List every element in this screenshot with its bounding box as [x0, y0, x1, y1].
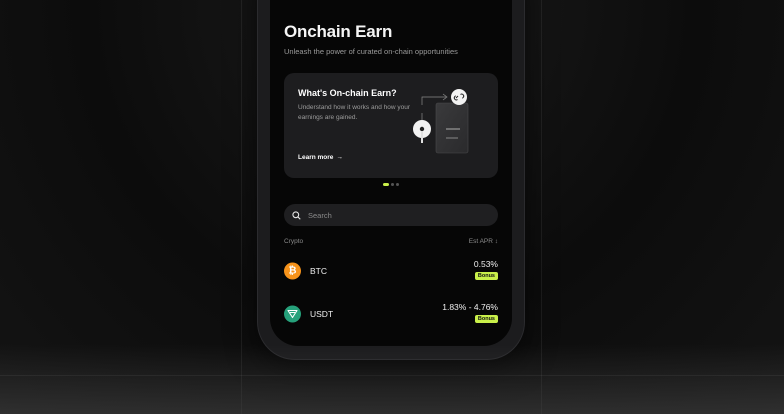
page-title: Onchain Earn [284, 22, 393, 41]
carousel-dot-active[interactable] [383, 183, 389, 186]
coin-symbol: BTC [310, 266, 327, 276]
search-icon [292, 210, 301, 220]
guide-line [241, 0, 242, 414]
guide-line [0, 375, 784, 376]
column-header-crypto: Crypto [284, 238, 304, 245]
arrow-right-icon: → [336, 154, 343, 161]
promo-description: Understand how it works and how your ear… [298, 104, 411, 121]
onchain-illustration-icon [413, 89, 469, 154]
bonus-badge: Bonus [474, 315, 498, 323]
page-subtitle: Unleash the power of curated on-chain op… [284, 47, 458, 56]
guide-line [541, 0, 542, 414]
learn-more-label: Learn more [298, 154, 334, 161]
tether-glyph-icon [287, 309, 298, 319]
learn-more-link[interactable]: Learn more → [298, 154, 343, 161]
search-input[interactable] [308, 210, 478, 220]
carousel-indicator [383, 183, 399, 186]
bonus-badge: Bonus [474, 272, 498, 280]
list-item-btc[interactable]: ₿ BTC 0.53% Bonus [284, 256, 498, 286]
phone-screen: Onchain Earn Unleash the power of curate… [270, 0, 512, 346]
coin-symbol: USDT [310, 309, 334, 319]
promo-title: What's On-chain Earn? [298, 88, 397, 98]
apr-value: 1.83% - 4.76% [442, 302, 498, 312]
column-header-apr[interactable]: Est APR ↕ [469, 238, 498, 245]
apr-value: 0.53% [473, 259, 498, 269]
list-item-usdt[interactable]: USDT 1.83% - 4.76% Bonus [284, 299, 498, 329]
carousel-dot[interactable] [396, 183, 399, 186]
promo-card[interactable]: What's On-chain Earn? Understand how it … [284, 73, 498, 178]
search-bar[interactable] [284, 204, 498, 226]
carousel-dot[interactable] [391, 183, 394, 186]
tether-icon [284, 305, 301, 323]
stage-background: Onchain Earn Unleash the power of curate… [0, 0, 784, 414]
bitcoin-icon: ₿ [284, 262, 301, 280]
